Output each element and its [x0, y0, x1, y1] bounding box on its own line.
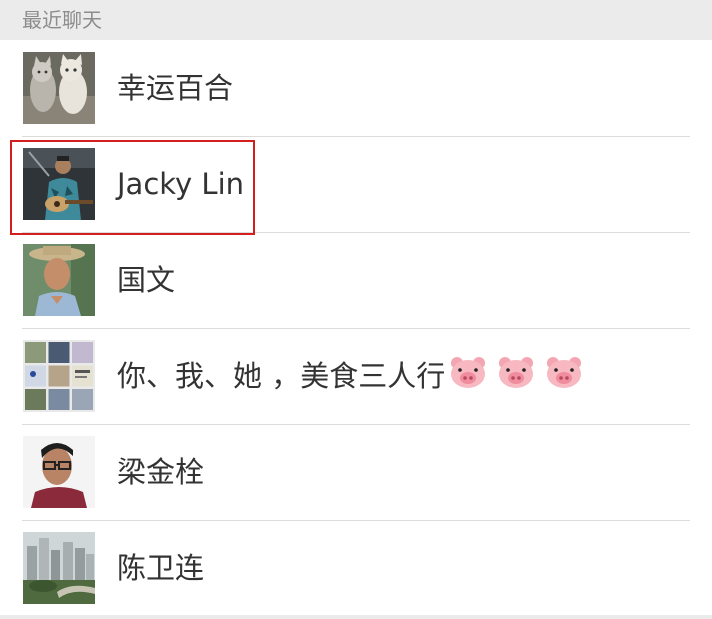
avatar-man-glasses — [23, 436, 95, 508]
list-bottom-band — [0, 615, 712, 619]
section-title: 最近聊天 — [22, 8, 102, 32]
chat-row-2[interactable]: 国文 — [0, 233, 712, 329]
chat-name: 幸运百合 — [117, 71, 234, 105]
section-header: 最近聊天 — [0, 0, 712, 40]
chat-name-text: 你、我、她 ，美食三人行 — [117, 359, 446, 393]
chat-row-0[interactable]: 幸运百合 — [0, 41, 712, 137]
pig-face-icon — [448, 355, 488, 398]
highlight-box — [10, 140, 255, 235]
avatar-group-grid — [23, 340, 95, 412]
chat-name: 梁金栓 — [117, 455, 205, 489]
chat-row-3[interactable]: 你、我、她 ，美食三人行 — [0, 329, 712, 425]
chat-row-5[interactable]: 陈卫连 — [0, 521, 712, 617]
avatar-city-buildings — [23, 532, 95, 604]
avatar-man-hat — [23, 244, 95, 316]
avatar-cats — [23, 52, 95, 124]
chat-name: 国文 — [117, 263, 176, 297]
pig-face-icon — [496, 355, 536, 398]
pig-face-icon — [544, 355, 584, 398]
chat-row-4[interactable]: 梁金栓 — [0, 425, 712, 521]
chat-name: 你、我、她 ，美食三人行 — [117, 355, 584, 398]
chat-name: 陈卫连 — [117, 551, 205, 585]
